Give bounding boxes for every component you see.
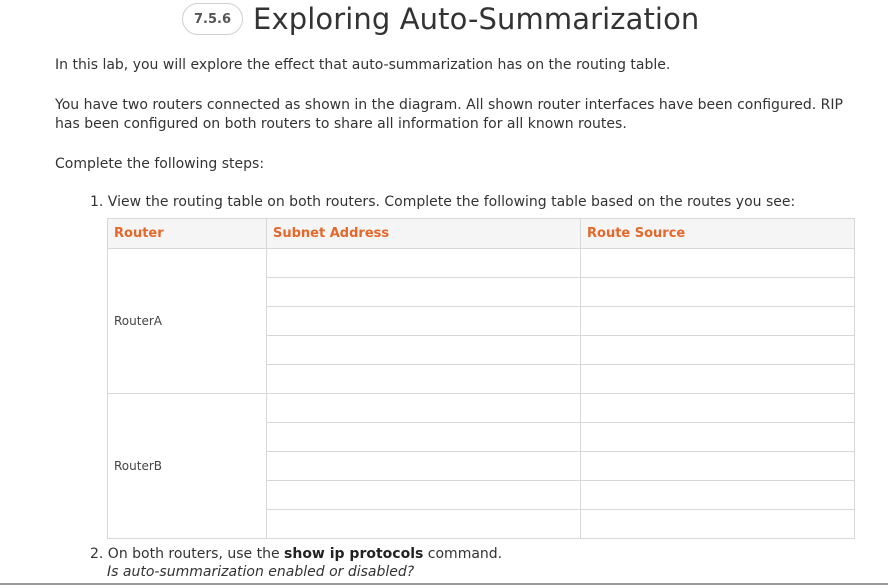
- subnet-input-cell[interactable]: [266, 422, 581, 452]
- route-source-input-cell[interactable]: [580, 509, 855, 539]
- page-title: Exploring Auto-Summarization: [253, 2, 700, 36]
- subnet-input-cell[interactable]: [266, 277, 581, 307]
- step-2-suffix: command.: [423, 546, 503, 562]
- step-2-question: Is auto-summarization enabled or disable…: [107, 564, 415, 580]
- intro-paragraph-2: You have two routers connected as shown …: [55, 97, 843, 132]
- subnet-input-cell[interactable]: [266, 364, 581, 394]
- header-route-source: Route Source: [580, 218, 855, 249]
- subnet-input-cell[interactable]: [266, 451, 581, 481]
- step-2-command: show ip protocols: [284, 546, 424, 562]
- route-source-input-cell[interactable]: [580, 393, 855, 423]
- bottom-divider: [0, 583, 888, 585]
- router-b-cell: RouterB: [107, 393, 267, 539]
- header-subnet-address: Subnet Address: [266, 218, 581, 249]
- route-source-input-cell[interactable]: [580, 480, 855, 510]
- table-row: RouterA: [107, 248, 855, 394]
- step-2-text: 2. On both routers, use the show ip prot…: [90, 545, 502, 581]
- routing-table: Router Subnet Address Route Source Route…: [107, 218, 855, 539]
- intro-paragraph-1: In this lab, you will explore the effect…: [55, 57, 671, 73]
- route-source-input-cell[interactable]: [580, 306, 855, 336]
- subnet-input-cell[interactable]: [266, 509, 581, 539]
- step-2-prefix: 2. On both routers, use the: [90, 546, 285, 562]
- route-source-input-cell[interactable]: [580, 277, 855, 307]
- route-source-input-cell[interactable]: [580, 422, 855, 452]
- subnet-input-cell[interactable]: [266, 306, 581, 336]
- header-router: Router: [107, 218, 267, 249]
- router-a-cell: RouterA: [107, 248, 267, 394]
- intro-paragraph-3: Complete the following steps:: [55, 156, 265, 172]
- route-source-input-cell[interactable]: [580, 335, 855, 365]
- step-1-text: 1. View the routing table on both router…: [90, 194, 796, 210]
- route-source-input-cell[interactable]: [580, 248, 855, 278]
- subnet-input-cell[interactable]: [266, 480, 581, 510]
- title-row: 7.5.6 Exploring Auto-Summarization: [182, 0, 699, 38]
- route-source-input-cell[interactable]: [580, 364, 855, 394]
- table-header-row: Router Subnet Address Route Source: [107, 218, 855, 249]
- subnet-input-cell[interactable]: [266, 248, 581, 278]
- route-source-input-cell[interactable]: [580, 451, 855, 481]
- table-row: RouterB: [107, 393, 855, 539]
- subnet-input-cell[interactable]: [266, 335, 581, 365]
- lab-number-badge: 7.5.6: [182, 3, 244, 35]
- subnet-input-cell[interactable]: [266, 393, 581, 423]
